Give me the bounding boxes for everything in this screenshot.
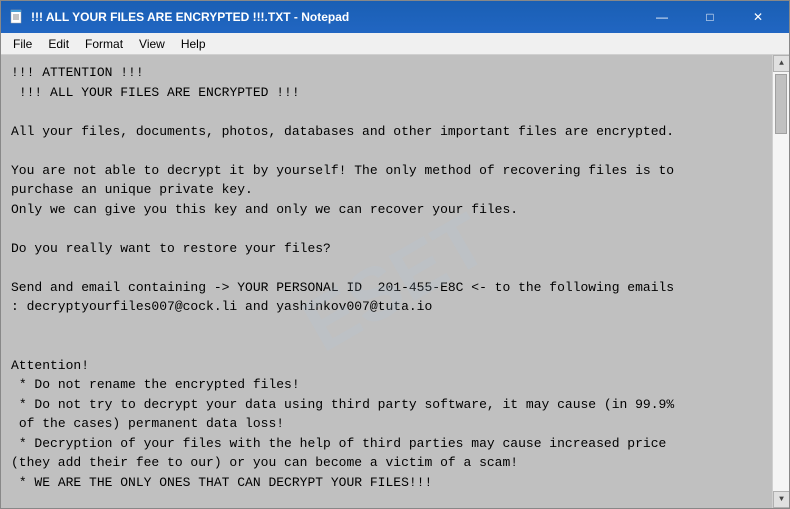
menu-view[interactable]: View xyxy=(131,35,173,53)
scroll-up-button[interactable]: ▲ xyxy=(773,55,789,72)
title-bar: !!! ALL YOUR FILES ARE ENCRYPTED !!!.TXT… xyxy=(1,1,789,33)
window-icon xyxy=(9,9,25,25)
maximize-button[interactable]: □ xyxy=(687,1,733,33)
menu-bar: File Edit Format View Help xyxy=(1,33,789,55)
window-controls: — □ ✕ xyxy=(639,1,781,33)
menu-file[interactable]: File xyxy=(5,35,40,53)
scrollbar[interactable]: ▲ ▼ xyxy=(772,55,789,508)
scroll-down-button[interactable]: ▼ xyxy=(773,491,789,508)
close-button[interactable]: ✕ xyxy=(735,1,781,33)
scroll-thumb[interactable] xyxy=(775,74,787,134)
menu-help[interactable]: Help xyxy=(173,35,214,53)
menu-edit[interactable]: Edit xyxy=(40,35,77,53)
window-title: !!! ALL YOUR FILES ARE ENCRYPTED !!!.TXT… xyxy=(31,10,639,24)
minimize-button[interactable]: — xyxy=(639,1,685,33)
menu-format[interactable]: Format xyxy=(77,35,131,53)
scroll-track[interactable] xyxy=(773,72,789,491)
content-wrapper: !!! ATTENTION !!! !!! ALL YOUR FILES ARE… xyxy=(1,55,789,508)
notepad-window: !!! ALL YOUR FILES ARE ENCRYPTED !!!.TXT… xyxy=(0,0,790,509)
text-editor[interactable]: !!! ATTENTION !!! !!! ALL YOUR FILES ARE… xyxy=(1,55,772,508)
